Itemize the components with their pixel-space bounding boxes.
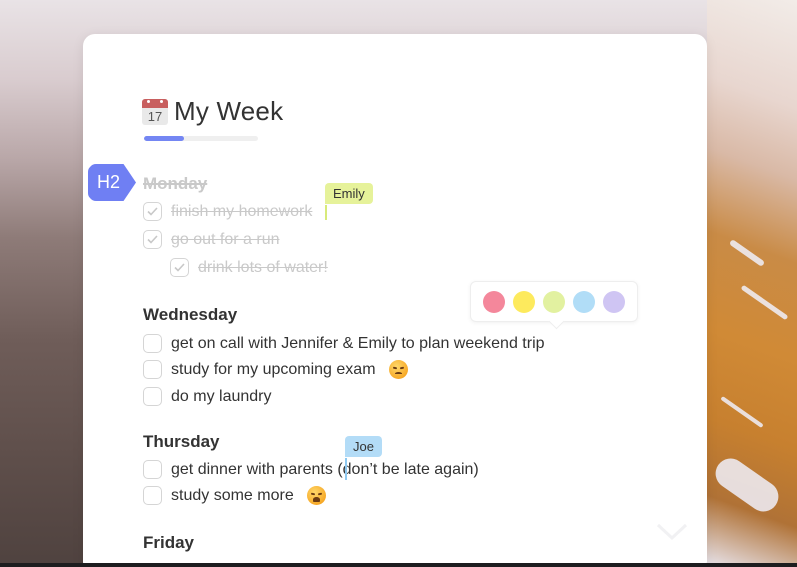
color-swatch-yellow[interactable] bbox=[513, 290, 535, 313]
checkmark-icon bbox=[147, 207, 158, 216]
weary-face-icon bbox=[306, 486, 326, 505]
task-label[interactable]: drink lots of water! bbox=[198, 259, 328, 277]
task-item-nested: drink lots of water! bbox=[170, 258, 328, 277]
task-checkbox[interactable] bbox=[143, 202, 162, 221]
section-title-friday[interactable]: Friday bbox=[143, 533, 194, 553]
checkmark-icon bbox=[147, 235, 158, 244]
task-label[interactable]: get on call with Jennifer & Emily to pla… bbox=[171, 335, 545, 353]
task-checkbox[interactable] bbox=[143, 230, 162, 249]
persevering-face-icon bbox=[388, 360, 408, 379]
page-title[interactable]: My Week bbox=[174, 96, 283, 127]
task-label[interactable]: go out for a run bbox=[171, 231, 280, 249]
color-swatch-lavender[interactable] bbox=[603, 290, 625, 313]
collaborator-cursor-caret bbox=[325, 205, 327, 220]
task-checkbox[interactable] bbox=[143, 334, 162, 353]
section-title-wednesday[interactable]: Wednesday bbox=[143, 305, 237, 325]
chevron-down-icon[interactable] bbox=[656, 522, 688, 542]
task-item: get dinner with parents (don’t be late a… bbox=[143, 460, 479, 479]
section-title-thursday[interactable]: Thursday bbox=[143, 432, 220, 452]
task-item: study some more bbox=[143, 486, 326, 505]
color-swatch-blue[interactable] bbox=[573, 290, 595, 313]
task-item: get on call with Jennifer & Emily to pla… bbox=[143, 334, 545, 353]
task-checkbox[interactable] bbox=[170, 258, 189, 277]
color-swatch-pink[interactable] bbox=[483, 290, 505, 313]
task-label[interactable]: finish my homework bbox=[171, 203, 312, 221]
collaborator-cursor-tag: Emily bbox=[325, 183, 373, 204]
collaborator-cursor-tag: Joe bbox=[345, 436, 382, 457]
task-label-before-cursor: get dinner with parents bbox=[171, 460, 333, 478]
section-title-monday[interactable]: Monday bbox=[143, 174, 207, 194]
window-bottom-edge bbox=[0, 563, 797, 567]
progress-bar bbox=[144, 136, 258, 141]
task-checkbox[interactable] bbox=[143, 486, 162, 505]
task-item: study for my upcoming exam bbox=[143, 360, 408, 379]
task-label[interactable]: do my laundry bbox=[171, 388, 272, 406]
task-label[interactable]: study for my upcoming exam bbox=[171, 361, 376, 379]
calendar-icon: 17 bbox=[142, 98, 168, 125]
task-item: finish my homework bbox=[143, 202, 312, 221]
progress-fill bbox=[144, 136, 184, 141]
page-header: 17 My Week bbox=[142, 96, 283, 127]
checkmark-icon bbox=[174, 263, 185, 272]
task-checkbox[interactable] bbox=[143, 360, 162, 379]
color-palette-popover bbox=[470, 281, 638, 322]
background-photo-right bbox=[707, 0, 797, 567]
task-label-after-cursor: (don’t be late again) bbox=[337, 460, 479, 478]
task-item: do my laundry bbox=[143, 387, 272, 406]
task-checkbox[interactable] bbox=[143, 460, 162, 479]
task-checkbox[interactable] bbox=[143, 387, 162, 406]
task-label[interactable]: study some more bbox=[171, 487, 294, 505]
task-label[interactable]: get dinner with parents (don’t be late a… bbox=[171, 461, 479, 479]
color-swatch-lime[interactable] bbox=[543, 290, 565, 313]
task-item: go out for a run bbox=[143, 230, 280, 249]
collaborator-cursor-caret bbox=[345, 458, 347, 480]
